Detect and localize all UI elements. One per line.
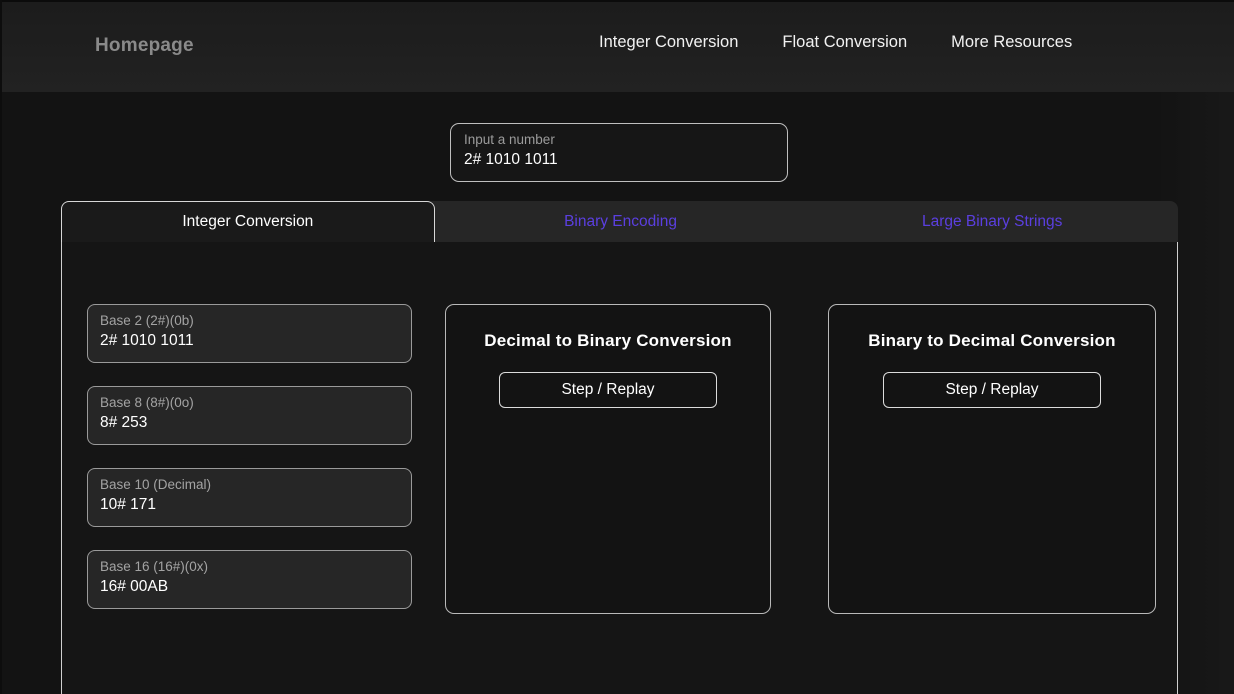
decimal-to-binary-card: Decimal to Binary Conversion Step / Repl… — [445, 304, 771, 614]
number-input-field[interactable]: Input a number 2# 1010 1011 — [450, 123, 788, 182]
tab-large-binary-strings[interactable]: Large Binary Strings — [806, 201, 1178, 242]
navbar-inner: Homepage Integer Conversion Float Conver… — [2, 2, 1234, 98]
base-field-base8[interactable]: Base 8 (8#)(0o) 8# 253 — [87, 386, 412, 445]
base-field-list: Base 2 (2#)(0b) 2# 1010 1011 Base 8 (8#)… — [87, 304, 412, 632]
base-field-value: 2# 1010 1011 — [100, 332, 194, 349]
base-field-base2[interactable]: Base 2 (2#)(0b) 2# 1010 1011 — [87, 304, 412, 363]
tab-panel-integer-conversion: Base 2 (2#)(0b) 2# 1010 1011 Base 8 (8#)… — [61, 242, 1178, 694]
primary-nav: Integer Conversion Float Conversion More… — [577, 33, 1094, 98]
base-field-label: Base 10 (Decimal) — [100, 477, 212, 492]
tab-list: Integer Conversion Binary Encoding Large… — [61, 201, 1178, 242]
base-field-base10[interactable]: Base 10 (Decimal) 10# 171 — [87, 468, 412, 527]
nav-item-float-conversion[interactable]: Float Conversion — [760, 33, 929, 52]
base-field-value: 16# 00AB — [100, 578, 169, 595]
tab-binary-encoding[interactable]: Binary Encoding — [435, 201, 807, 242]
content-area: Input a number 2# 1010 1011 Integer Conv… — [2, 92, 1234, 694]
binary-to-decimal-title: Binary to Decimal Conversion — [868, 331, 1116, 350]
tab-strip: Integer Conversion Binary Encoding Large… — [61, 201, 1178, 246]
base-field-value: 10# 171 — [100, 496, 157, 513]
brand-homepage-link[interactable]: Homepage — [95, 35, 194, 57]
number-input-value: 2# 1010 1011 — [464, 151, 558, 168]
base-field-value: 8# 253 — [100, 414, 148, 431]
base-field-label: Base 2 (2#)(0b) — [100, 313, 194, 328]
tab-integer-conversion[interactable]: Integer Conversion — [61, 201, 435, 242]
base-field-base16[interactable]: Base 16 (16#)(0x) 16# 00AB — [87, 550, 412, 609]
nav-item-more-resources[interactable]: More Resources — [929, 33, 1094, 52]
base-field-label: Base 16 (16#)(0x) — [100, 559, 209, 574]
decimal-to-binary-step-replay-button[interactable]: Step / Replay — [499, 372, 717, 408]
base-field-label: Base 8 (8#)(0o) — [100, 395, 194, 410]
binary-to-decimal-step-replay-button[interactable]: Step / Replay — [883, 372, 1101, 408]
app-root: Homepage Integer Conversion Float Conver… — [0, 0, 1234, 694]
binary-to-decimal-card: Binary to Decimal Conversion Step / Repl… — [828, 304, 1156, 614]
decimal-to-binary-title: Decimal to Binary Conversion — [484, 331, 732, 350]
top-navbar: Homepage Integer Conversion Float Conver… — [2, 2, 1234, 98]
number-input-label: Input a number — [464, 132, 555, 147]
nav-item-integer-conversion[interactable]: Integer Conversion — [577, 33, 761, 98]
